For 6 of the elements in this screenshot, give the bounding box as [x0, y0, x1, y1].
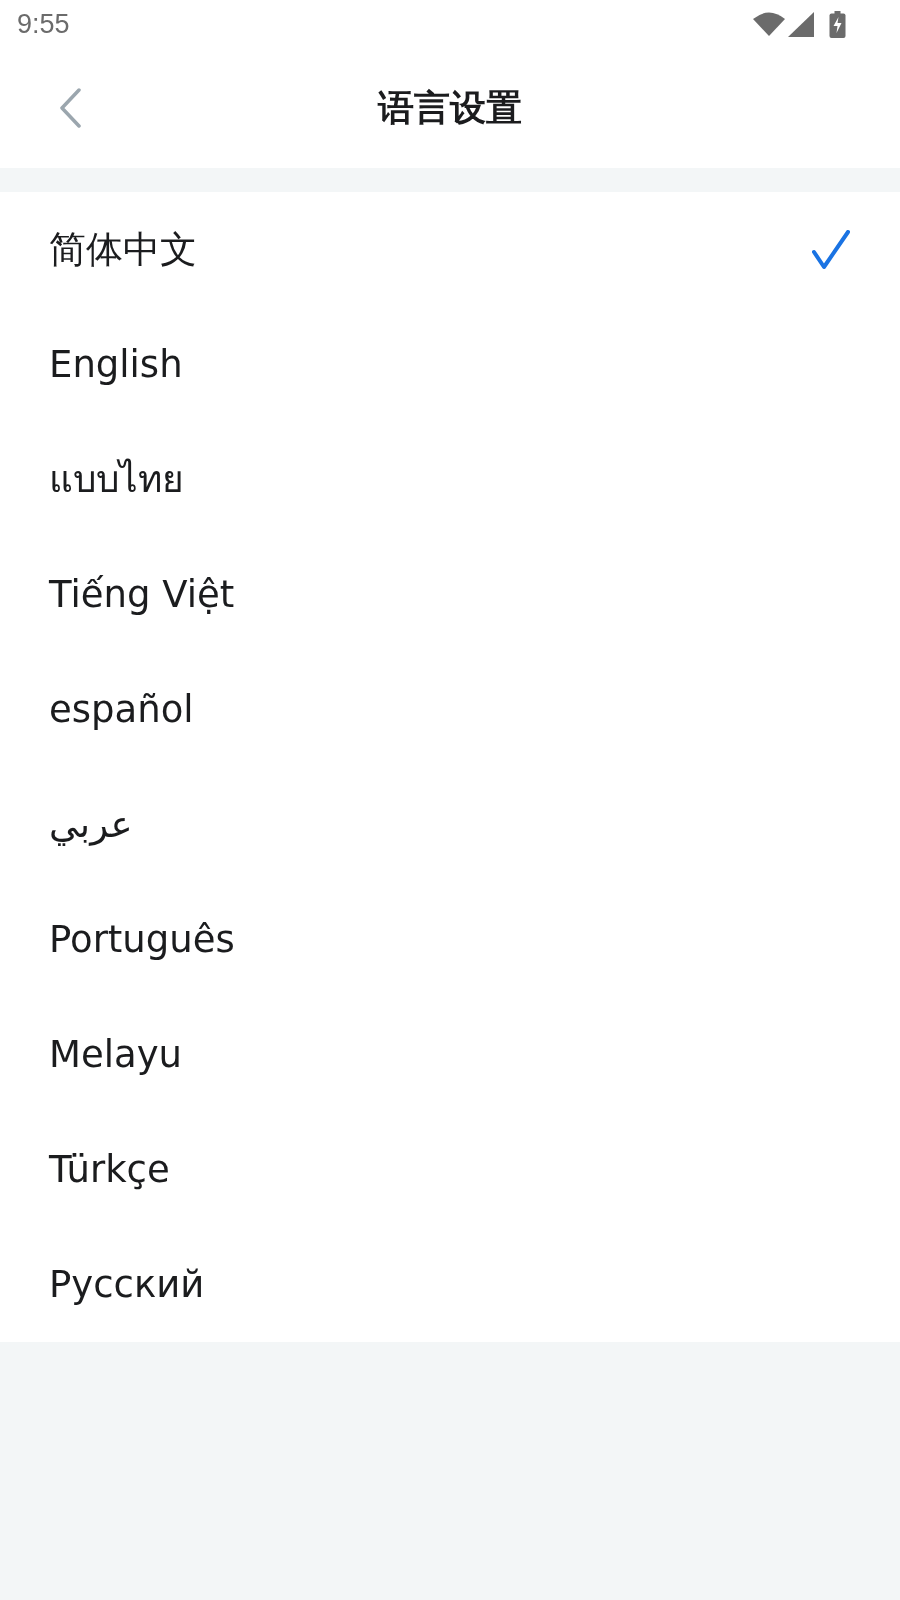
page-title: 语言设置	[378, 86, 522, 130]
battery-charging-icon	[829, 10, 846, 38]
status-time: 9:55	[17, 7, 70, 41]
signal-icon	[788, 11, 814, 37]
back-chevron-icon	[59, 88, 81, 128]
wifi-icon	[753, 12, 785, 36]
